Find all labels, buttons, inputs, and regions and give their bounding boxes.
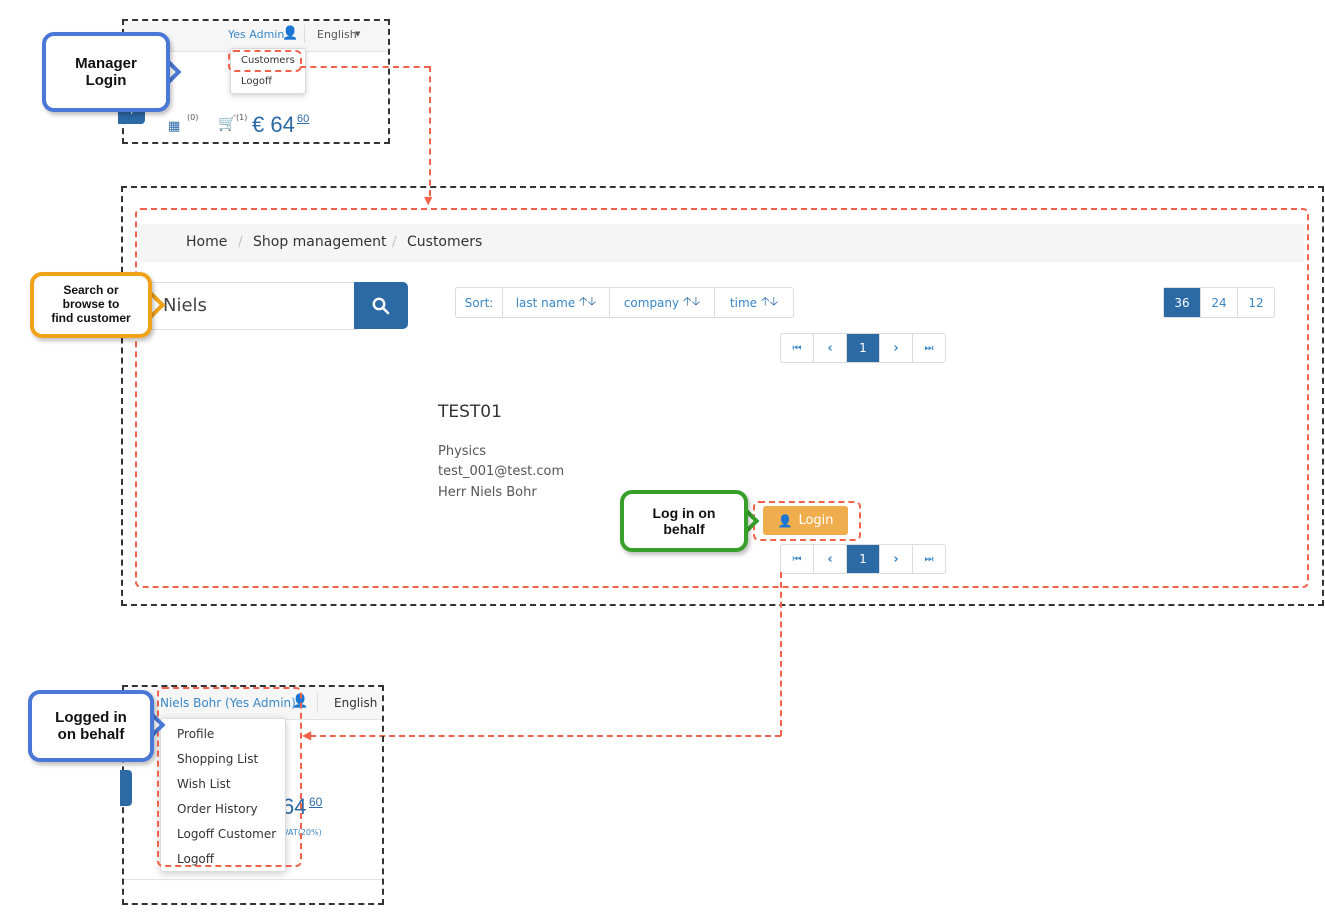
first-page-icon[interactable]: ⏮ <box>781 545 814 573</box>
callout-logged-in: Logged in on behalf <box>28 690 168 762</box>
customers-highlight <box>228 50 302 72</box>
menu-item-logoff[interactable]: Logoff <box>241 76 272 87</box>
customer-id: TEST01 <box>438 402 502 422</box>
breadcrumb: Home / Shop management / Customers <box>138 224 1304 262</box>
cart-total: € 64 <box>252 112 295 137</box>
user-icon: 👤 <box>282 26 299 41</box>
breadcrumb-shop-management[interactable]: Shop management <box>253 234 386 250</box>
sort-company[interactable]: company 🡡🡣 <box>610 288 715 317</box>
last-page-icon[interactable]: ⏭ <box>913 334 945 362</box>
search-icon <box>372 297 390 314</box>
wishlist-count: (0) <box>187 113 199 122</box>
search-button-partial[interactable] <box>120 770 132 806</box>
caret-down-icon: ▼ <box>355 30 361 38</box>
callout-search: Search or browse to find customer <box>30 272 170 338</box>
bar-divider <box>317 693 318 713</box>
customer-company: Physics <box>438 444 487 459</box>
callout-text: browse to <box>62 297 120 312</box>
customer-email: test_001@test.com <box>438 464 565 479</box>
grid-icon[interactable]: ▦ <box>168 119 180 134</box>
callout-text: Log in on <box>652 504 716 521</box>
breadcrumb-customers: Customers <box>407 234 483 250</box>
next-page-icon[interactable]: › <box>880 545 913 573</box>
search-button[interactable] <box>354 282 408 329</box>
sort-arrows-icon: 🡡🡣 <box>579 294 597 308</box>
breadcrumb-home[interactable]: Home <box>186 234 227 250</box>
menu-highlight <box>157 687 302 867</box>
user-icon: 👤 <box>777 513 793 528</box>
callout-text: behalf <box>663 521 705 537</box>
callout-login-behalf: Log in on behalf <box>620 490 760 552</box>
breadcrumb-separator: / <box>392 234 397 250</box>
next-page-icon[interactable]: › <box>880 334 913 362</box>
cart-total-cents: 60 <box>309 795 323 809</box>
pagination-top: ⏮ ‹ 1 › ⏭ <box>780 333 946 363</box>
login-on-behalf-button[interactable]: 👤 Login <box>763 506 848 535</box>
page-size-12[interactable]: 12 <box>1238 288 1274 317</box>
sort-arrows-icon: 🡡🡣 <box>682 294 701 308</box>
connector-line <box>780 572 782 736</box>
language-select[interactable]: English <box>334 696 377 710</box>
customer-name: Herr Niels Bohr <box>438 485 537 500</box>
connector-line <box>300 66 430 68</box>
pagination-bottom: ⏮ ‹ 1 › ⏭ <box>780 544 946 574</box>
sort-group: Sort: last name 🡡🡣 company 🡡🡣 time 🡡🡣 <box>455 287 794 318</box>
bar-divider <box>304 25 305 43</box>
breadcrumb-separator: / <box>238 234 243 250</box>
page-size-24[interactable]: 24 <box>1201 288 1238 317</box>
page-size-36[interactable]: 36 <box>1164 288 1201 317</box>
user-link[interactable]: Yes Admin <box>228 28 284 41</box>
divider <box>124 879 382 880</box>
page-size-group: 36 24 12 <box>1163 287 1275 318</box>
callout-text: Manager <box>75 54 137 72</box>
connector-line <box>429 66 431 196</box>
sort-arrows-icon: 🡡🡣 <box>760 294 779 308</box>
callout-manager-login: Manager Login <box>42 32 182 112</box>
cart-total-cents: 60 <box>297 113 310 125</box>
prev-page-icon[interactable]: ‹ <box>814 545 847 573</box>
callout-text: Search or <box>63 283 119 298</box>
callout-text: Login <box>85 72 127 89</box>
cart-count: (1) <box>236 113 248 122</box>
language-select[interactable]: English <box>317 28 357 41</box>
callout-text: on behalf <box>57 726 125 743</box>
first-page-icon[interactable]: ⏮ <box>781 334 814 362</box>
sort-label: Sort: <box>456 288 503 317</box>
callout-text: find customer <box>51 310 131 325</box>
sort-last-name[interactable]: last name 🡡🡣 <box>503 288 610 317</box>
page-current[interactable]: 1 <box>847 334 880 362</box>
customer-search-input[interactable]: Niels <box>148 282 358 330</box>
last-page-icon[interactable]: ⏭ <box>913 545 945 573</box>
sort-time[interactable]: time 🡡🡣 <box>715 288 793 317</box>
prev-page-icon[interactable]: ‹ <box>814 334 847 362</box>
page-current[interactable]: 1 <box>847 545 880 573</box>
cart-icon[interactable]: 🛒 <box>218 114 237 132</box>
callout-text: Logged in <box>55 708 127 726</box>
